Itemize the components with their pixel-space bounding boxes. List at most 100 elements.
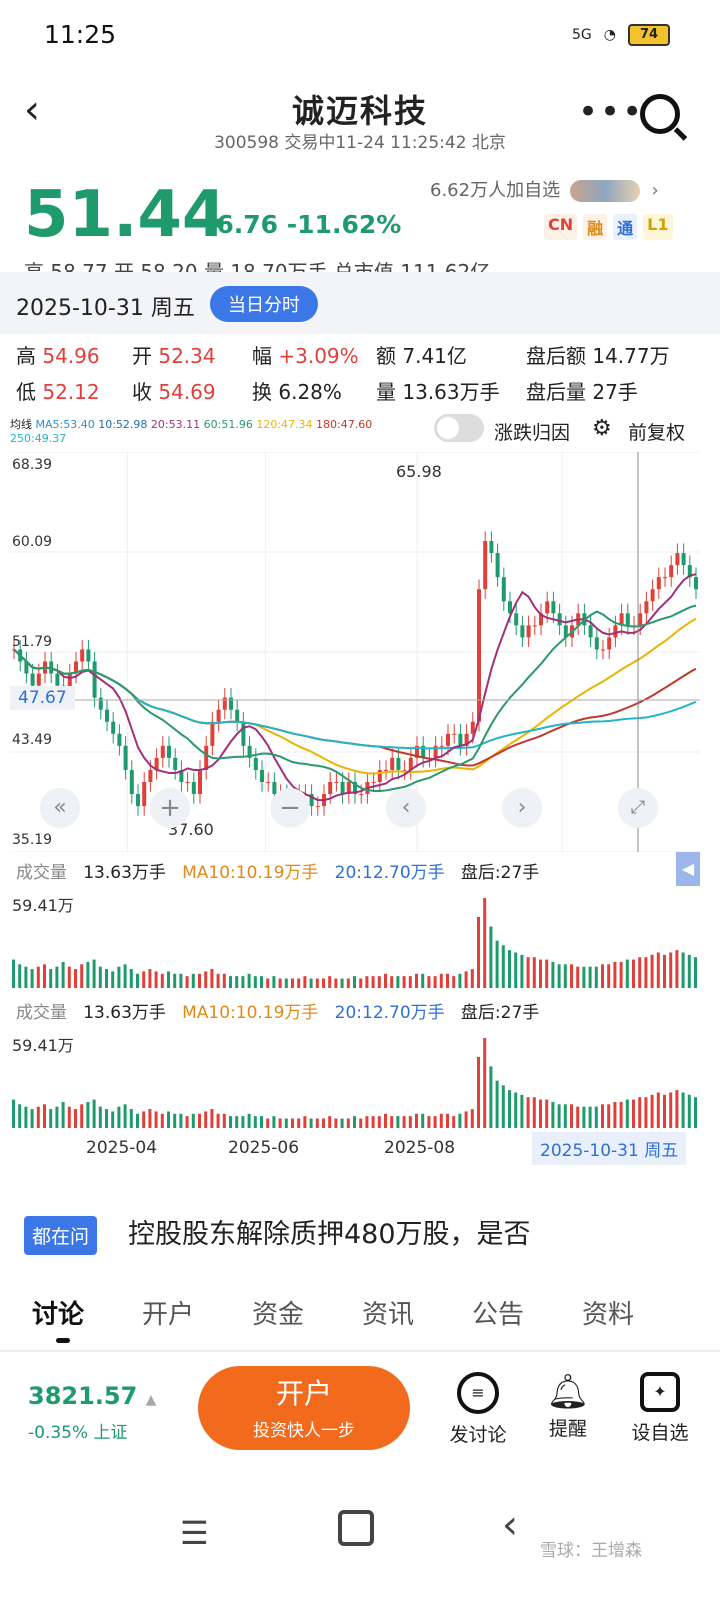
volume-label: 成交量	[16, 863, 67, 883]
candle-body	[160, 745, 165, 758]
candle-body	[359, 794, 364, 796]
adjust-label[interactable]: 前复权	[628, 418, 685, 445]
volume-legend: 成交量 13.63万手 MA10:10.19万手 20:12.70万手 盘后:2…	[16, 858, 706, 883]
volume-bar	[303, 1116, 307, 1128]
status-bar: 11:25 5G ◔ 74	[0, 0, 720, 70]
volume-bar	[322, 978, 325, 988]
volume-bar	[675, 1090, 679, 1128]
post-discussion-button[interactable]: ≡ 发讨论	[446, 1372, 510, 1447]
volume-bar	[260, 1116, 263, 1128]
index-value[interactable]: 3821.57 ▲	[28, 1382, 156, 1410]
expand-panel-icon[interactable]: ◀	[676, 852, 700, 886]
attribution-toggle[interactable]	[434, 414, 484, 442]
volume-bar	[204, 971, 208, 988]
volume-bar	[477, 916, 480, 988]
volume-bar	[390, 976, 394, 988]
open-account-button[interactable]: 开户 投资快人一步	[198, 1366, 410, 1450]
tab-funds[interactable]: 资金	[252, 1294, 304, 1331]
candle-body	[477, 589, 481, 722]
volume-bar	[532, 1097, 536, 1128]
volume-bar	[526, 1097, 530, 1128]
candle-body	[396, 757, 401, 770]
volume-bar	[563, 1104, 567, 1128]
volume-bar	[359, 978, 363, 988]
zoom-in-icon[interactable]: +	[150, 788, 190, 828]
y-tick-top: 68.39	[12, 457, 53, 473]
back-nav-icon[interactable]: ‹	[502, 1502, 518, 1548]
stat-close: 收 54.69	[132, 380, 216, 404]
fullscreen-icon[interactable]: ⤢	[618, 788, 658, 828]
volume-bar	[545, 1099, 549, 1128]
volume-bar	[247, 1113, 251, 1128]
volume-bar	[86, 1101, 90, 1128]
volume-bar	[30, 1109, 34, 1128]
watermark: 雪球：王增森	[540, 1541, 642, 1561]
candle-body	[551, 601, 556, 614]
tab-announcements[interactable]: 公告	[472, 1294, 524, 1331]
volume-bar	[179, 1113, 183, 1128]
zoom-out-icon[interactable]: −	[270, 788, 310, 828]
candle-body	[588, 625, 593, 638]
volume-bar	[489, 1066, 493, 1128]
search-icon[interactable]	[640, 94, 680, 134]
volume-bar	[222, 1113, 226, 1128]
attribution-label: 涨跌归因	[494, 422, 571, 444]
ma-line	[13, 648, 697, 767]
alert-button[interactable]: 🔔︎ 提醒	[540, 1372, 596, 1441]
volume-bar	[123, 964, 127, 988]
volume-bar	[371, 1116, 375, 1128]
tab-open-account[interactable]: 开户	[142, 1294, 194, 1331]
volume-bar	[309, 1118, 313, 1128]
volume-bar	[74, 969, 77, 988]
volume-bar	[625, 959, 629, 988]
tab-profile[interactable]: 资料	[582, 1294, 634, 1331]
add-watchlist-button[interactable]: ✦ 设自选	[622, 1372, 698, 1445]
intraday-button[interactable]: 当日分时	[210, 286, 318, 322]
volume-bar	[415, 973, 418, 988]
volume-bar	[154, 1111, 158, 1128]
candle-body	[532, 625, 537, 627]
high-marker: 65.98	[396, 462, 442, 481]
index-change: -0.35% 上证	[28, 1423, 128, 1443]
open-button-sub: 投资快人一步	[253, 1421, 355, 1441]
battery-icon: 74	[628, 24, 670, 46]
volume-bar	[613, 961, 617, 988]
detail-date: 2025-10-31 周五	[16, 296, 195, 321]
ask-question[interactable]: 控股股东解除质押480万股，是否	[128, 1212, 708, 1251]
volume-bar	[92, 959, 96, 988]
candle-body	[545, 601, 550, 614]
volume-bar	[160, 1113, 164, 1128]
volume-bar	[458, 973, 462, 988]
candle-body	[92, 661, 97, 698]
next-icon[interactable]: ›	[502, 788, 542, 828]
tab-discussion[interactable]: 讨论	[32, 1294, 84, 1331]
volume-bar	[687, 954, 691, 988]
tab-news[interactable]: 资讯	[362, 1294, 414, 1331]
home-icon[interactable]	[338, 1510, 374, 1546]
volume-bar	[384, 1113, 387, 1128]
status-time: 11:25	[44, 20, 117, 49]
prev-icon[interactable]: ‹	[386, 788, 426, 828]
ma120: 120:47.34	[256, 418, 313, 431]
watchers-count[interactable]: 6.62万人加自选 ›	[430, 176, 659, 202]
volume-bar	[520, 954, 524, 988]
more-icon[interactable]: •••	[578, 92, 644, 132]
candle-body	[222, 697, 227, 710]
volume-bar	[136, 973, 139, 988]
candle-body	[681, 553, 686, 566]
volume-bar	[377, 1116, 381, 1128]
volume-bar	[427, 976, 431, 988]
volume-bar	[67, 1106, 71, 1128]
scroll-left-icon[interactable]: «	[40, 788, 80, 828]
candle-body	[607, 637, 612, 650]
settings-icon[interactable]: ⚙	[592, 416, 612, 441]
volume-bar	[315, 978, 319, 988]
volume-bar	[129, 1109, 133, 1128]
volume-bar	[142, 971, 146, 988]
volume-bar	[117, 1106, 121, 1128]
volume-bar	[483, 898, 487, 988]
price-chart[interactable]	[10, 452, 700, 852]
volume-bar	[191, 973, 195, 988]
recent-apps-icon[interactable]: ☰	[180, 1514, 209, 1552]
volume-bar	[253, 976, 257, 988]
